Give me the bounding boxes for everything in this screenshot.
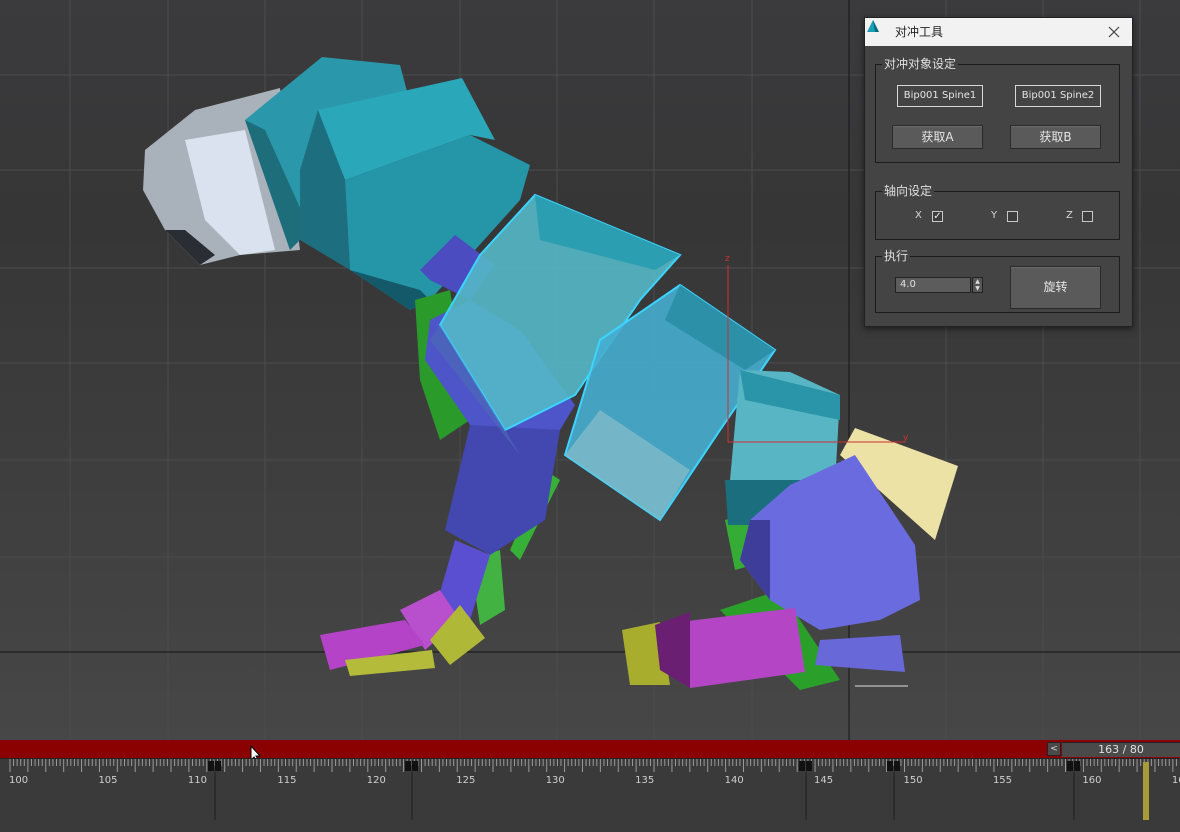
time-slider-track[interactable] xyxy=(0,740,1180,758)
pick-b-button[interactable]: 获取B xyxy=(1010,125,1101,149)
hedge-tool-window[interactable]: 对冲工具 对冲对象设定 Bip001 Spine1 Bip001 Spine2 … xyxy=(864,17,1133,327)
axis-x-checkbox[interactable]: ✓ xyxy=(932,211,943,222)
axis-y-checkbox[interactable] xyxy=(1007,211,1018,222)
3dsmax-icon xyxy=(867,20,879,32)
ruler-tick-label: 115 xyxy=(277,775,296,786)
check-icon: ✓ xyxy=(933,211,942,222)
current-frame-marker[interactable] xyxy=(1143,762,1149,820)
ruler-tick-label: 120 xyxy=(367,775,386,786)
character-rear-foot[interactable] xyxy=(622,608,805,688)
close-icon xyxy=(1108,26,1120,38)
ruler-tick-label: 135 xyxy=(635,775,654,786)
ruler-tick-label: 155 xyxy=(993,775,1012,786)
gizmo-z-label: z xyxy=(725,254,730,264)
ruler-tick-label: 160 xyxy=(1082,775,1101,786)
track-bar[interactable]: 100 105 110 115 120 125 130 135 140 145 150 155 160 1… xyxy=(0,758,1180,832)
execute-group-title: 执行 xyxy=(882,248,911,264)
frame-counter[interactable]: 163 / 80 xyxy=(1062,742,1180,757)
spinner-up-icon[interactable]: ▲ xyxy=(973,278,982,285)
viewport-3d[interactable]: z y 对冲工具 对冲对象设定 Bip001 Spine1 Bip001 Spi… xyxy=(0,0,1180,740)
target-group-title: 对冲对象设定 xyxy=(882,56,959,72)
axis-z-label: Z xyxy=(1066,210,1073,221)
ruler-tick-label: 140 xyxy=(725,775,744,786)
close-button[interactable] xyxy=(1108,22,1128,42)
pick-a-button[interactable]: 获取A xyxy=(892,125,983,149)
ruler-tick-label: 110 xyxy=(188,775,207,786)
spinner-arrows[interactable]: ▲ ▼ xyxy=(972,277,983,293)
ruler-tick-label: 130 xyxy=(546,775,565,786)
axis-group: 轴向设定 X ✓ Y Z xyxy=(875,183,1120,240)
gizmo-y-label: y xyxy=(903,433,909,443)
ruler-tick-label: 150 xyxy=(904,775,923,786)
target-group: 对冲对象设定 Bip001 Spine1 Bip001 Spine2 获取A 获… xyxy=(875,56,1120,163)
object-b-field[interactable]: Bip001 Spine2 xyxy=(1015,85,1101,107)
slider-prev-button[interactable]: < xyxy=(1047,742,1061,756)
axis-y-label: Y xyxy=(991,210,998,221)
execute-group: 执行 4.0 ▲ ▼ 旋转 xyxy=(875,248,1120,313)
track-bar-ruler: 100 105 110 115 120 125 130 135 140 145 150 155 160 1… xyxy=(0,758,1180,820)
window-title: 对冲工具 xyxy=(895,25,944,39)
window-title-bar[interactable]: 对冲工具 xyxy=(865,18,1132,46)
spinner-down-icon[interactable]: ▼ xyxy=(973,285,982,292)
ruler-tick-label: 145 xyxy=(814,775,833,786)
rotate-button[interactable]: 旋转 xyxy=(1010,266,1101,309)
axis-z-checkbox[interactable] xyxy=(1082,211,1093,222)
value-spinner-input[interactable]: 4.0 xyxy=(895,277,971,293)
ruler-tick-label: 100 xyxy=(9,775,28,786)
ruler-tick-label: 125 xyxy=(456,775,475,786)
axis-group-title: 轴向设定 xyxy=(882,183,935,199)
ruler-tick-label: 16 xyxy=(1172,775,1180,786)
axis-x-label: X xyxy=(915,210,922,221)
object-a-field[interactable]: Bip001 Spine1 xyxy=(897,85,983,107)
ruler-tick-label: 105 xyxy=(98,775,117,786)
